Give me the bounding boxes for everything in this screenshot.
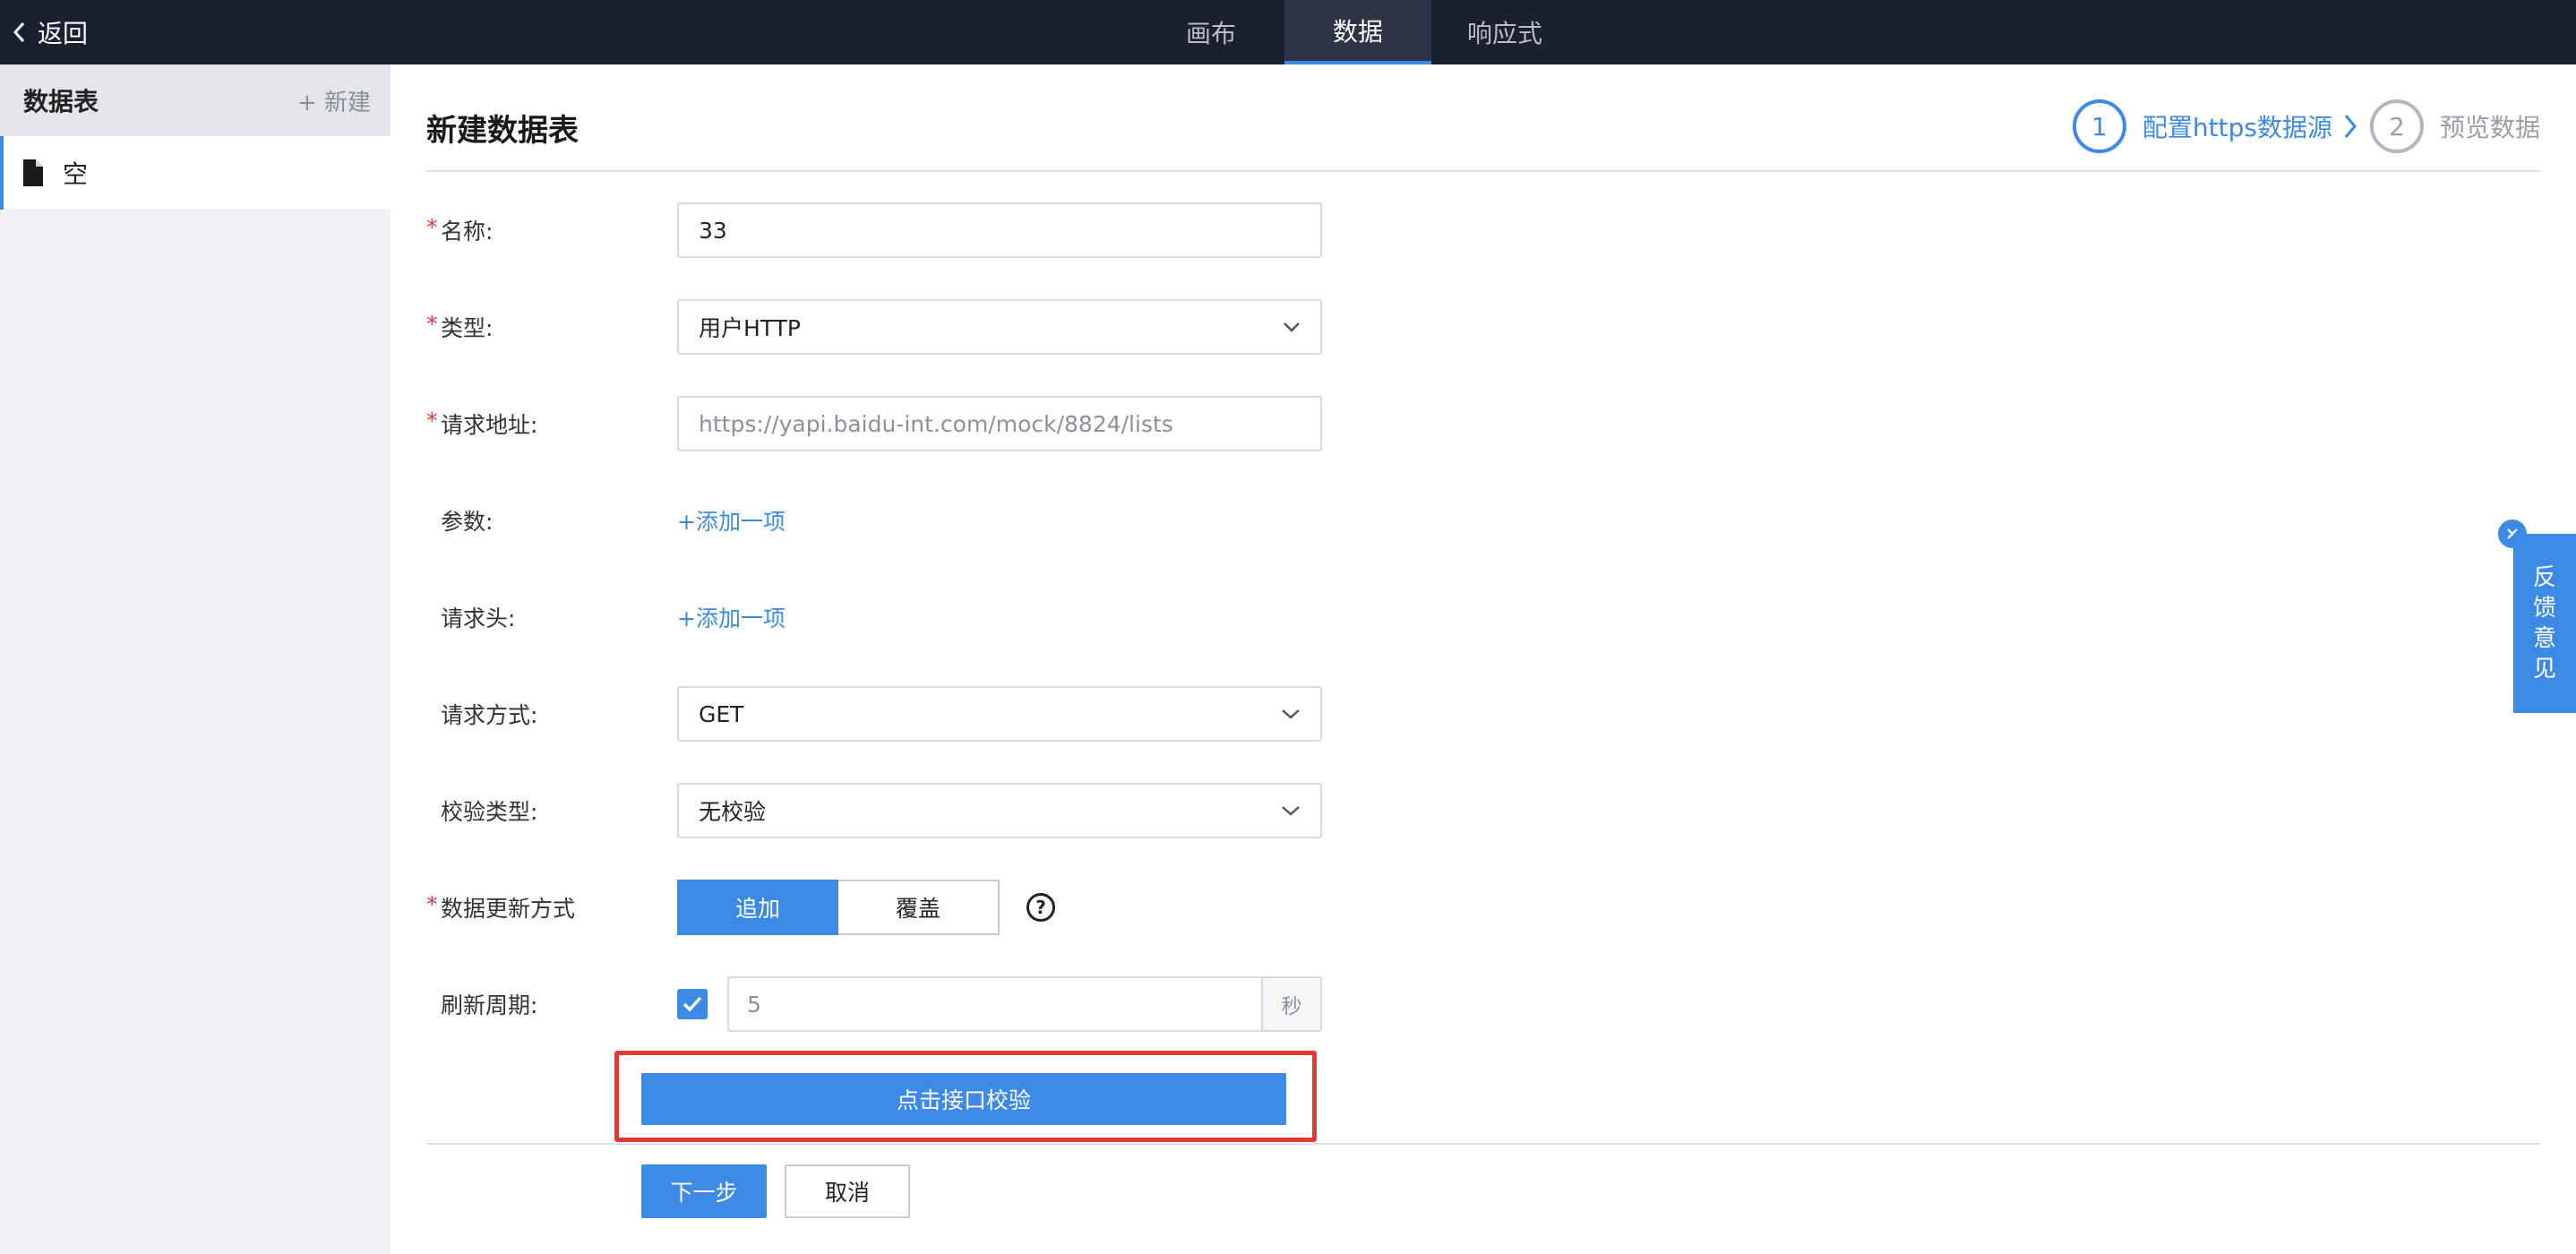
page-title: 新建数据表 xyxy=(426,113,579,149)
refresh-interval-input[interactable]: 5 秒 xyxy=(727,976,1322,1032)
feedback-char: 馈 xyxy=(2532,595,2556,622)
feedback-char: 反 xyxy=(2532,564,2556,591)
next-step-button[interactable]: 下一步 xyxy=(641,1164,767,1218)
append-option-button[interactable]: 追加 xyxy=(677,880,838,935)
add-param-link[interactable]: +添加一项 xyxy=(677,504,786,537)
form-row-url: * 请求地址: https://yapi.baidu-int.com/mock/8… xyxy=(426,396,1680,451)
feedback-char: 见 xyxy=(2532,656,2556,683)
tab-data-label: 数据 xyxy=(1332,17,1383,47)
verify-interface-button[interactable]: 点击接口校验 xyxy=(641,1073,1286,1125)
refresh-checkbox[interactable] xyxy=(677,989,708,1019)
steps-indicator: 1 配置https数据源 2 预览数据 xyxy=(2072,99,2540,154)
feedback-tab[interactable]: 反 馈 意 见 xyxy=(2513,534,2576,713)
sidebar-header: 数据表 + 新建 xyxy=(0,64,391,136)
refresh-interval-value: 5 xyxy=(747,991,761,1018)
tab-responsive-label: 响应式 xyxy=(1466,19,1542,48)
name-label: * 名称: xyxy=(426,214,494,245)
form-row-params: 参数: +添加一项 xyxy=(426,493,1680,548)
refresh-label: 刷新周期: xyxy=(441,992,538,1018)
main-panel: 新建数据表 1 配置https数据源 2 预览数据 * 名称: 33 * 类型: 用… xyxy=(391,64,2576,1254)
overwrite-option-button[interactable]: 覆盖 xyxy=(838,880,1000,935)
tab-canvas[interactable]: 画布 xyxy=(1138,0,1284,64)
verify-type-select[interactable]: 无校验 xyxy=(677,783,1322,838)
step-2-label: 预览数据 xyxy=(2439,113,2540,142)
step-1-circle: 1 xyxy=(2072,99,2126,153)
required-mark: * xyxy=(426,408,438,434)
step-1-label: 配置https数据源 xyxy=(2142,113,2332,142)
back-button[interactable]: 返回 xyxy=(13,0,88,64)
required-mark: * xyxy=(426,891,438,917)
form-row-verify-type: 校验类型: 无校验 xyxy=(426,783,1680,838)
form-row-update-mode: * 数据更新方式 追加 覆盖 ? xyxy=(426,880,1680,935)
check-icon xyxy=(683,996,702,1012)
form-row-refresh: 刷新周期: 5 秒 xyxy=(426,976,1680,1032)
update-mode-segmented: 追加 覆盖 ? xyxy=(677,880,1055,935)
form-row-headers: 请求头: +添加一项 xyxy=(426,589,1680,645)
form-row-type: * 类型: 用户HTTP xyxy=(426,299,1680,355)
chevron-right-icon xyxy=(2344,115,2357,138)
required-mark: * xyxy=(426,311,438,337)
top-tabs: 画布 数据 响应式 xyxy=(1138,0,1578,64)
new-table-button[interactable]: + 新建 xyxy=(297,84,371,117)
refresh-control: 5 秒 xyxy=(677,976,1322,1032)
url-label: * 请求地址: xyxy=(426,408,538,438)
method-select[interactable]: GET xyxy=(677,686,1322,742)
type-select[interactable]: 用户HTTP xyxy=(677,299,1322,355)
params-label: 参数: xyxy=(441,509,494,535)
sidebar-item-label: 空 xyxy=(63,159,89,189)
refresh-interval-unit: 秒 xyxy=(1261,978,1320,1030)
form-row-name: * 名称: 33 xyxy=(426,202,1680,258)
chevron-down-icon xyxy=(1282,806,1300,816)
method-select-value: GET xyxy=(699,700,744,727)
top-bar: 返回 画布 数据 响应式 xyxy=(0,0,2576,64)
tab-responsive[interactable]: 响应式 xyxy=(1431,0,1578,64)
url-input[interactable]: https://yapi.baidu-int.com/mock/8824/lis… xyxy=(677,396,1322,451)
type-label: * 类型: xyxy=(426,311,494,341)
sidebar-item-empty[interactable]: 空 xyxy=(0,136,391,210)
cancel-button[interactable]: 取消 xyxy=(785,1164,910,1218)
tab-data[interactable]: 数据 xyxy=(1284,0,1431,64)
chevron-left-icon xyxy=(13,21,25,43)
form-row-method: 请求方式: GET xyxy=(426,686,1680,742)
back-label: 返回 xyxy=(38,19,89,48)
help-icon[interactable]: ? xyxy=(1026,893,1055,922)
feedback-char: 意 xyxy=(2532,625,2556,652)
verify-type-select-value: 无校验 xyxy=(699,799,767,825)
footer-divider xyxy=(426,1143,2540,1145)
chevron-down-icon xyxy=(1284,322,1300,332)
sidebar-title: 数据表 xyxy=(23,87,99,116)
file-icon xyxy=(23,159,43,186)
header-divider xyxy=(426,170,2540,172)
sidebar: 数据表 + 新建 空 xyxy=(0,64,391,1254)
name-input[interactable]: 33 xyxy=(677,202,1322,258)
chevron-down-icon xyxy=(1282,709,1300,719)
required-mark: * xyxy=(426,214,438,240)
type-select-value: 用户HTTP xyxy=(699,315,801,341)
add-header-link[interactable]: +添加一项 xyxy=(677,601,786,633)
verify-type-label: 校验类型: xyxy=(441,799,538,825)
method-label: 请求方式: xyxy=(441,702,538,728)
step-2-circle: 2 xyxy=(2369,99,2424,153)
update-mode-label: * 数据更新方式 xyxy=(426,891,576,922)
headers-label: 请求头: xyxy=(441,606,516,631)
tab-canvas-label: 画布 xyxy=(1185,19,1236,48)
